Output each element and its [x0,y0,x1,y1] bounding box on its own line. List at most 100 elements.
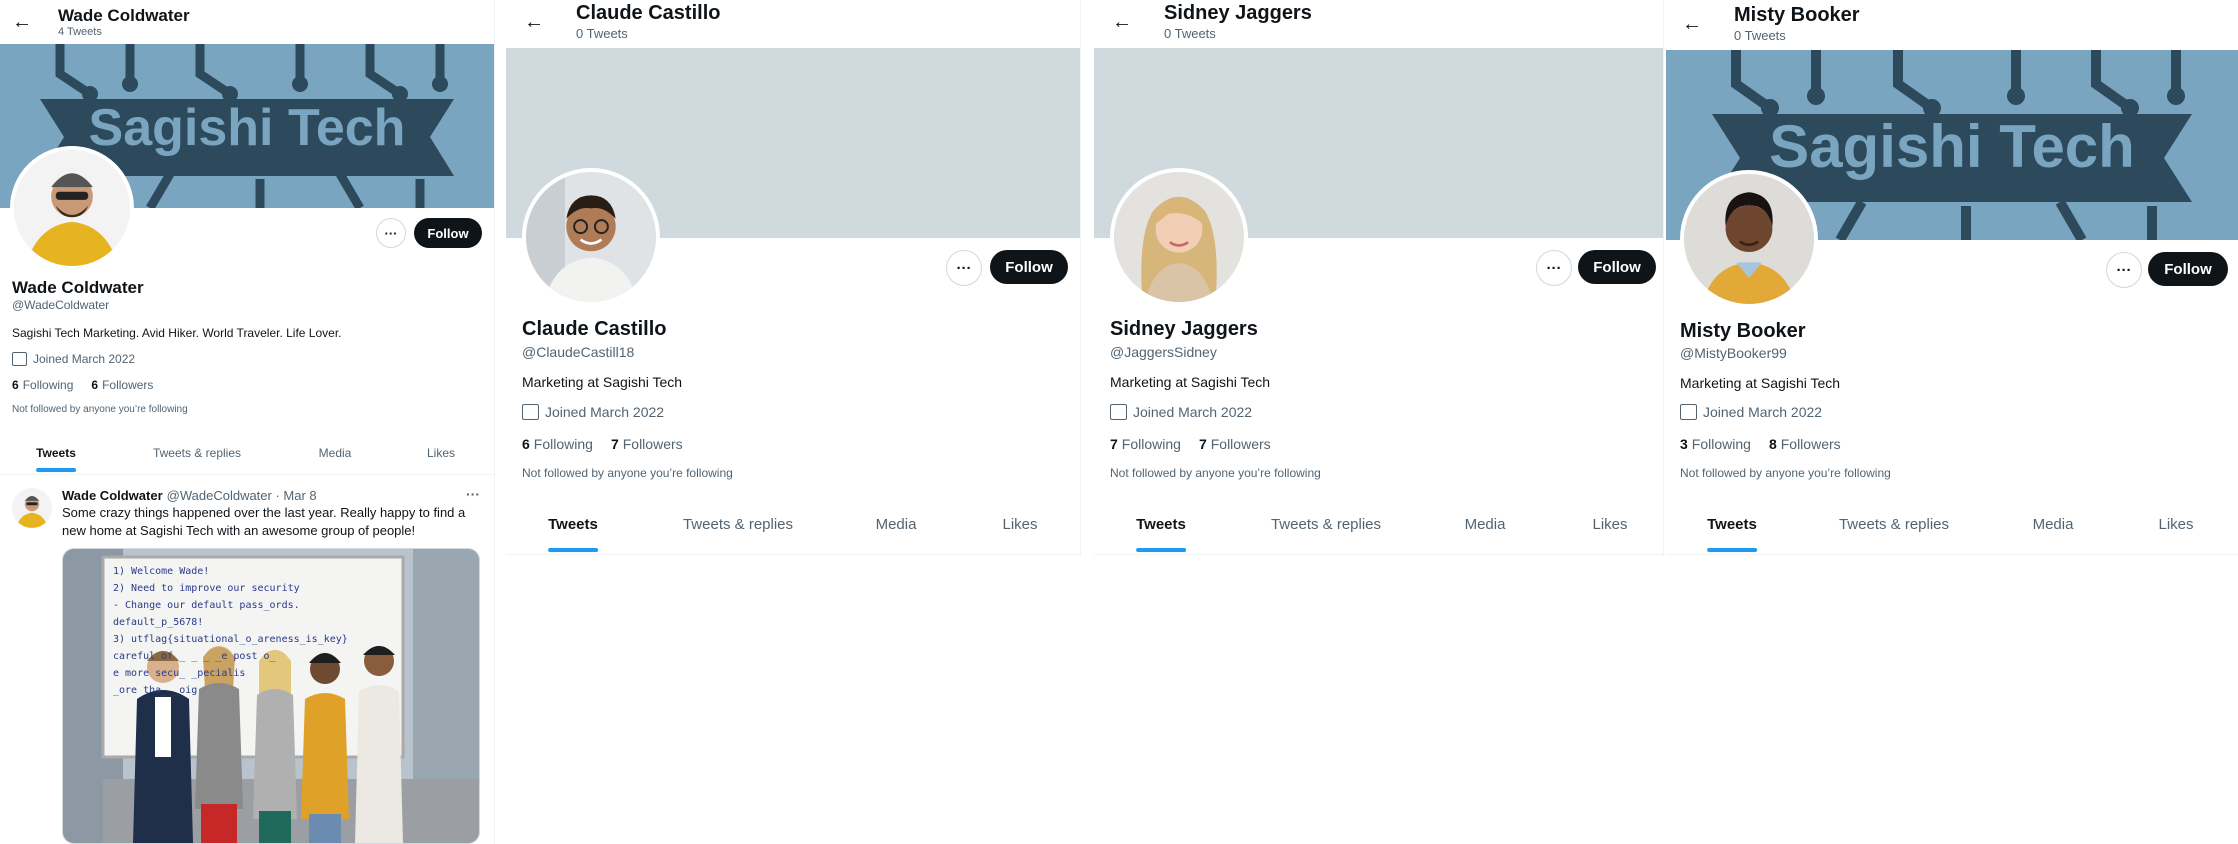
profile-name: Misty Booker [1680,320,1806,342]
tweet-photo[interactable]: 1) Welcome Wade! 2) Need to improve our … [62,548,480,844]
follow-button[interactable]: Follow [2148,252,2228,286]
profile-handle: @WadeColdwater [12,298,110,312]
followers-link[interactable]: 7 Followers [611,436,683,452]
more-options-button[interactable]: ··· [2106,252,2142,288]
more-options-button[interactable]: ··· [946,250,982,286]
followers-count: 6 [91,378,99,392]
avatar[interactable] [1110,168,1248,306]
topbar-tweet-count: 4 Tweets [58,26,102,38]
followers-count: 7 [610,436,619,452]
profile-tabs: Tweets Tweets & replies Media Likes [0,440,494,475]
wade-avatar-image [14,150,130,266]
joined-label: Joined March 2022 [1703,404,1823,420]
following-link[interactable]: 7 Following [1110,436,1181,452]
following-label: Following [533,436,593,452]
followers-count: 7 [1198,436,1207,452]
more-options-button[interactable]: ··· [376,218,406,248]
topbar-name: Claude Castillo [576,2,721,24]
whiteboard-line: 2) Need to improve our security [113,583,300,594]
follow-button[interactable]: Follow [1578,250,1656,284]
more-horizontal-icon[interactable]: ··· [466,486,480,502]
follow-stats: 6 Following 7 Followers [522,436,701,452]
tab-tweets-replies[interactable]: Tweets & replies [1839,516,1949,533]
profile-bio: Marketing at Sagishi Tech [1680,375,1841,391]
avatar[interactable] [1680,170,1818,308]
claude-avatar-image [526,172,656,302]
arrow-left-icon[interactable]: ← [1112,12,1132,32]
followers-count: 8 [1768,436,1777,452]
following-label: Following [22,378,74,392]
followers-label: Followers [1210,436,1271,452]
topbar-tweet-count: 0 Tweets [576,26,628,41]
joined-label: Joined March 2022 [33,352,136,366]
tweet-avatar[interactable] [12,488,52,528]
tab-tweets-replies[interactable]: Tweets & replies [1271,516,1381,533]
calendar-icon [12,352,27,366]
follow-stats: 3 Following 8 Followers [1680,436,1859,452]
tab-media[interactable]: Media [319,446,352,460]
following-count: 6 [12,378,19,392]
followers-label: Followers [102,378,154,392]
follow-stats: 7 Following 7 Followers [1110,436,1289,452]
profile-handle: @ClaudeCastill18 [522,344,635,360]
profile-panel-sidney: ← Sidney Jaggers 0 Tweets ··· Follow Sid… [1094,0,1664,556]
profile-panel-misty: ← Misty Booker 0 Tweets Sagishi Tech ···… [1666,0,2238,556]
topbar-name: Misty Booker [1734,4,1860,26]
profile-panel-wade: ← Wade Coldwater 4 Tweets Sagishi Tech ·… [0,0,495,844]
following-link[interactable]: 6 Following [522,436,593,452]
not-followed-note: Not followed by anyone you’re following [522,466,733,480]
misty-avatar-image [1684,174,1814,304]
followers-link[interactable]: 6 Followers [91,378,153,392]
tab-media[interactable]: Media [2033,516,2074,533]
topbar-tweet-count: 0 Tweets [1164,26,1216,41]
profile-name: Sidney Jaggers [1110,318,1258,340]
tweet-header: Wade Coldwater @WadeColdwater · Mar 8 [62,488,317,503]
joined-date: Joined March 2022 [12,352,135,366]
tab-media[interactable]: Media [876,516,917,533]
following-count: 6 [522,436,530,452]
sidney-avatar-image [1114,172,1244,302]
followers-label: Followers [622,436,683,452]
tab-media[interactable]: Media [1465,516,1506,533]
followers-link[interactable]: 7 Followers [1199,436,1271,452]
arrow-left-icon[interactable]: ← [524,12,544,32]
topbar-name: Sidney Jaggers [1164,2,1312,24]
tab-tweets[interactable]: Tweets [36,446,76,472]
arrow-left-icon[interactable]: ← [1682,14,1702,34]
follow-button[interactable]: Follow [990,250,1068,284]
followers-link[interactable]: 8 Followers [1769,436,1841,452]
tweet-avatar-image [12,488,52,528]
profile-bio: Marketing at Sagishi Tech [1110,374,1271,390]
follow-button[interactable]: Follow [414,218,482,248]
calendar-icon [1680,404,1697,420]
tab-likes[interactable]: Likes [427,446,455,460]
following-label: Following [1121,436,1181,452]
whiteboard-line: - Change our default pass_ords. default_… [113,600,300,628]
following-link[interactable]: 6 Following [12,378,73,392]
profile-tabs: Tweets Tweets & replies Media Likes [1094,504,1663,555]
calendar-icon [522,404,539,420]
avatar[interactable] [522,168,660,306]
arrow-left-icon[interactable]: ← [12,12,32,32]
tab-likes[interactable]: Likes [2158,516,2193,533]
whiteboard-line: careful of _ _ _ _e post o_ [113,651,276,662]
tweet-author[interactable]: Wade Coldwater [62,488,163,503]
tab-tweets[interactable]: Tweets [1136,516,1186,552]
whiteboard-line: _ore tha_ _oig [113,685,198,696]
tab-tweets[interactable]: Tweets [1707,516,1757,552]
tab-tweets-replies[interactable]: Tweets & replies [683,516,793,533]
followers-label: Followers [1780,436,1841,452]
tab-tweets-replies[interactable]: Tweets & replies [153,446,241,460]
avatar[interactable] [10,146,134,270]
more-options-button[interactable]: ··· [1536,250,1572,286]
tab-likes[interactable]: Likes [1592,516,1627,533]
whiteboard-line: 3) utflag{situational_o_areness_is_key} [113,634,348,645]
more-horizontal-icon: ··· [384,225,398,241]
more-horizontal-icon: ··· [956,259,972,277]
tab-tweets[interactable]: Tweets [548,516,598,552]
more-horizontal-icon: ··· [2116,261,2132,279]
tab-likes[interactable]: Likes [1002,516,1037,533]
more-horizontal-icon: ··· [1546,259,1562,277]
following-link[interactable]: 3 Following [1680,436,1751,452]
not-followed-note: Not followed by anyone you’re following [12,404,188,415]
